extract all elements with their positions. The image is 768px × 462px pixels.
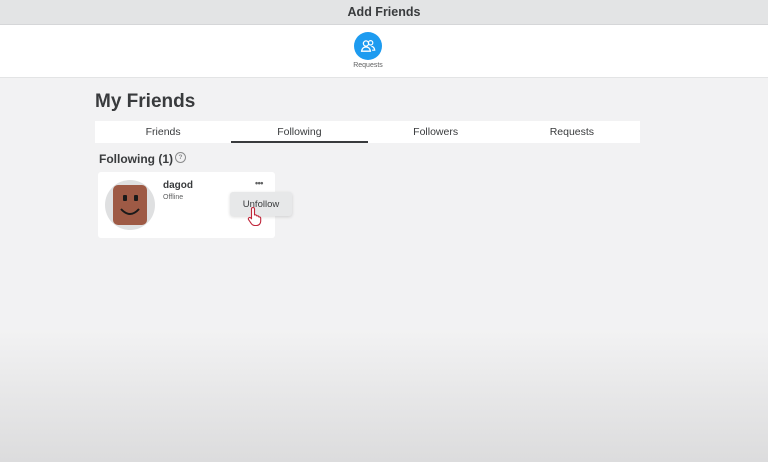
avatar[interactable] xyxy=(105,180,155,230)
tab-followers[interactable]: Followers xyxy=(368,121,504,143)
tab-following[interactable]: Following xyxy=(231,121,368,143)
friend-status: Offline xyxy=(163,194,184,201)
question-circle-icon[interactable]: ? xyxy=(175,151,186,163)
window-title: Add Friends xyxy=(347,5,421,19)
tab-friends[interactable]: Friends xyxy=(95,121,231,143)
avatar-face-icon xyxy=(113,185,147,225)
friends-tabs: Friends Following Followers Requests xyxy=(95,121,640,143)
ellipsis-icon[interactable]: ••• xyxy=(255,178,263,188)
section-heading: Following (1) ? xyxy=(99,151,186,166)
friends-icon xyxy=(360,40,376,52)
window-titlebar: Add Friends xyxy=(0,0,768,25)
hand-cursor-icon xyxy=(247,206,262,226)
requests-panel: Requests xyxy=(0,25,768,78)
requests-button[interactable] xyxy=(354,32,382,60)
friend-username[interactable]: dagod xyxy=(163,180,193,191)
requests-label: Requests xyxy=(353,62,383,69)
section-title: Following (1) xyxy=(99,152,173,166)
page-title: My Friends xyxy=(95,91,196,112)
tab-requests[interactable]: Requests xyxy=(504,121,640,143)
background-shade xyxy=(0,330,768,462)
